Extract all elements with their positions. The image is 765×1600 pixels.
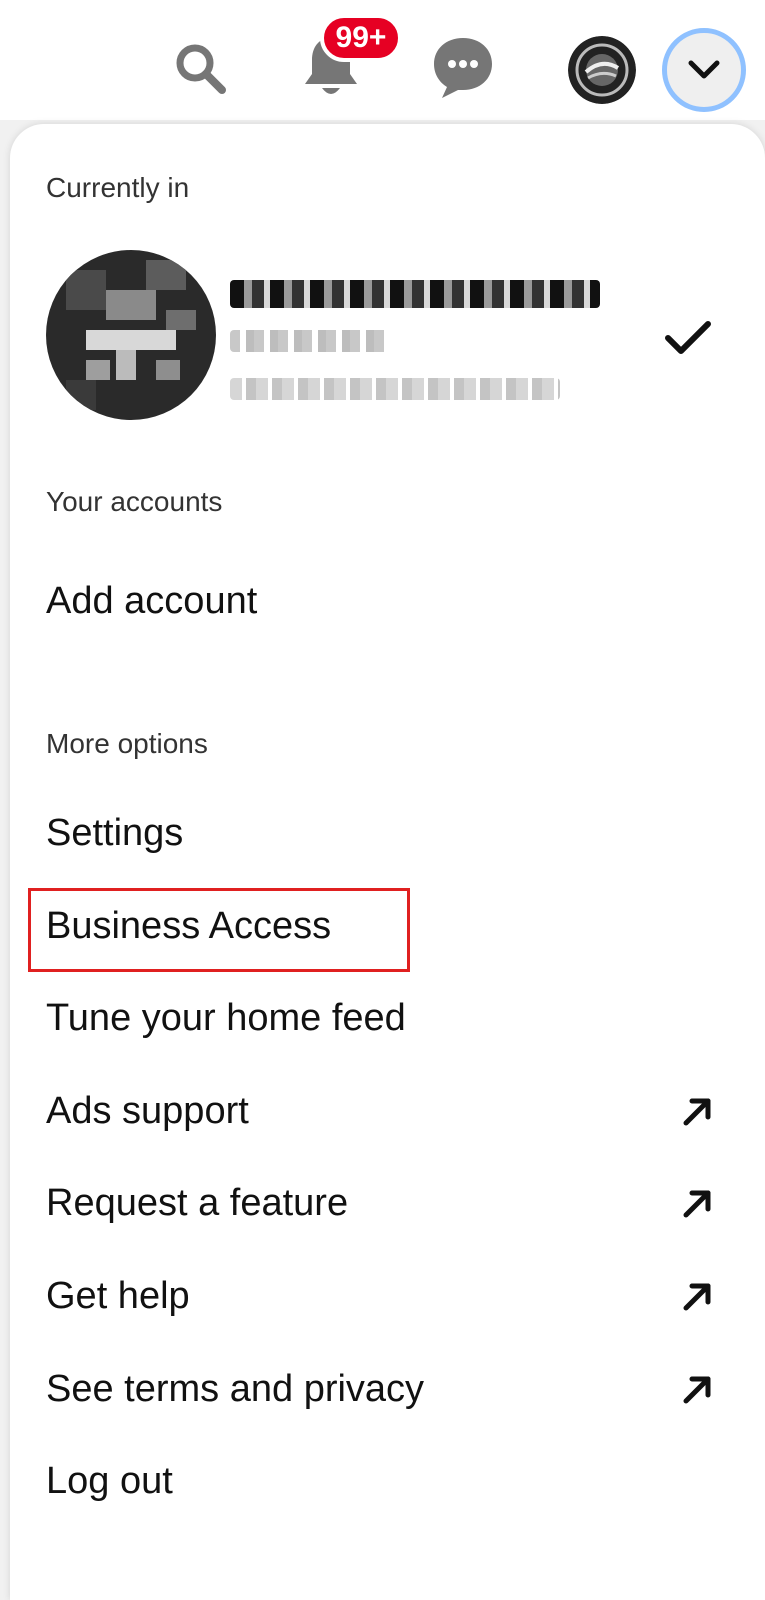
menu-item-terms-privacy[interactable]: See terms and privacy [46, 1368, 424, 1411]
current-account-row[interactable] [46, 250, 726, 420]
more-options-label: More options [46, 728, 208, 759]
menu-item-request-feature[interactable]: Request a feature [46, 1182, 348, 1225]
external-link-icon [683, 1376, 711, 1404]
currently-in-label: Currently in [46, 172, 190, 203]
menu-item-log-out[interactable]: Log out [46, 1460, 173, 1503]
check-icon [665, 321, 711, 354]
top-bar: 99+ [0, 0, 765, 120]
menu-item-tune-home-feed[interactable]: Tune your home feed [46, 997, 406, 1040]
account-email-redacted [230, 378, 560, 400]
menu-item-settings[interactable]: Settings [46, 812, 183, 855]
menu-item-business-access[interactable]: Business Access [46, 905, 331, 948]
account-name-redacted [230, 280, 600, 308]
search-icon[interactable] [168, 36, 232, 100]
menu-item-get-help[interactable]: Get help [46, 1275, 190, 1318]
account-menu-dropdown: Currently in Your accounts Add account M… [10, 124, 765, 1600]
menu-item-ads-support[interactable]: Ads support [46, 1090, 249, 1133]
chat-icon[interactable] [428, 32, 498, 102]
add-account-button[interactable]: Add account [46, 580, 257, 623]
profile-avatar[interactable] [568, 36, 636, 104]
account-type-redacted [230, 330, 390, 352]
external-link-icon [683, 1098, 711, 1126]
notification-badge: 99+ [320, 14, 402, 62]
account-avatar [46, 250, 216, 420]
your-accounts-label: Your accounts [46, 486, 223, 517]
chevron-down-icon[interactable] [662, 28, 746, 112]
external-link-icon [683, 1190, 711, 1218]
external-link-icon [683, 1283, 711, 1311]
